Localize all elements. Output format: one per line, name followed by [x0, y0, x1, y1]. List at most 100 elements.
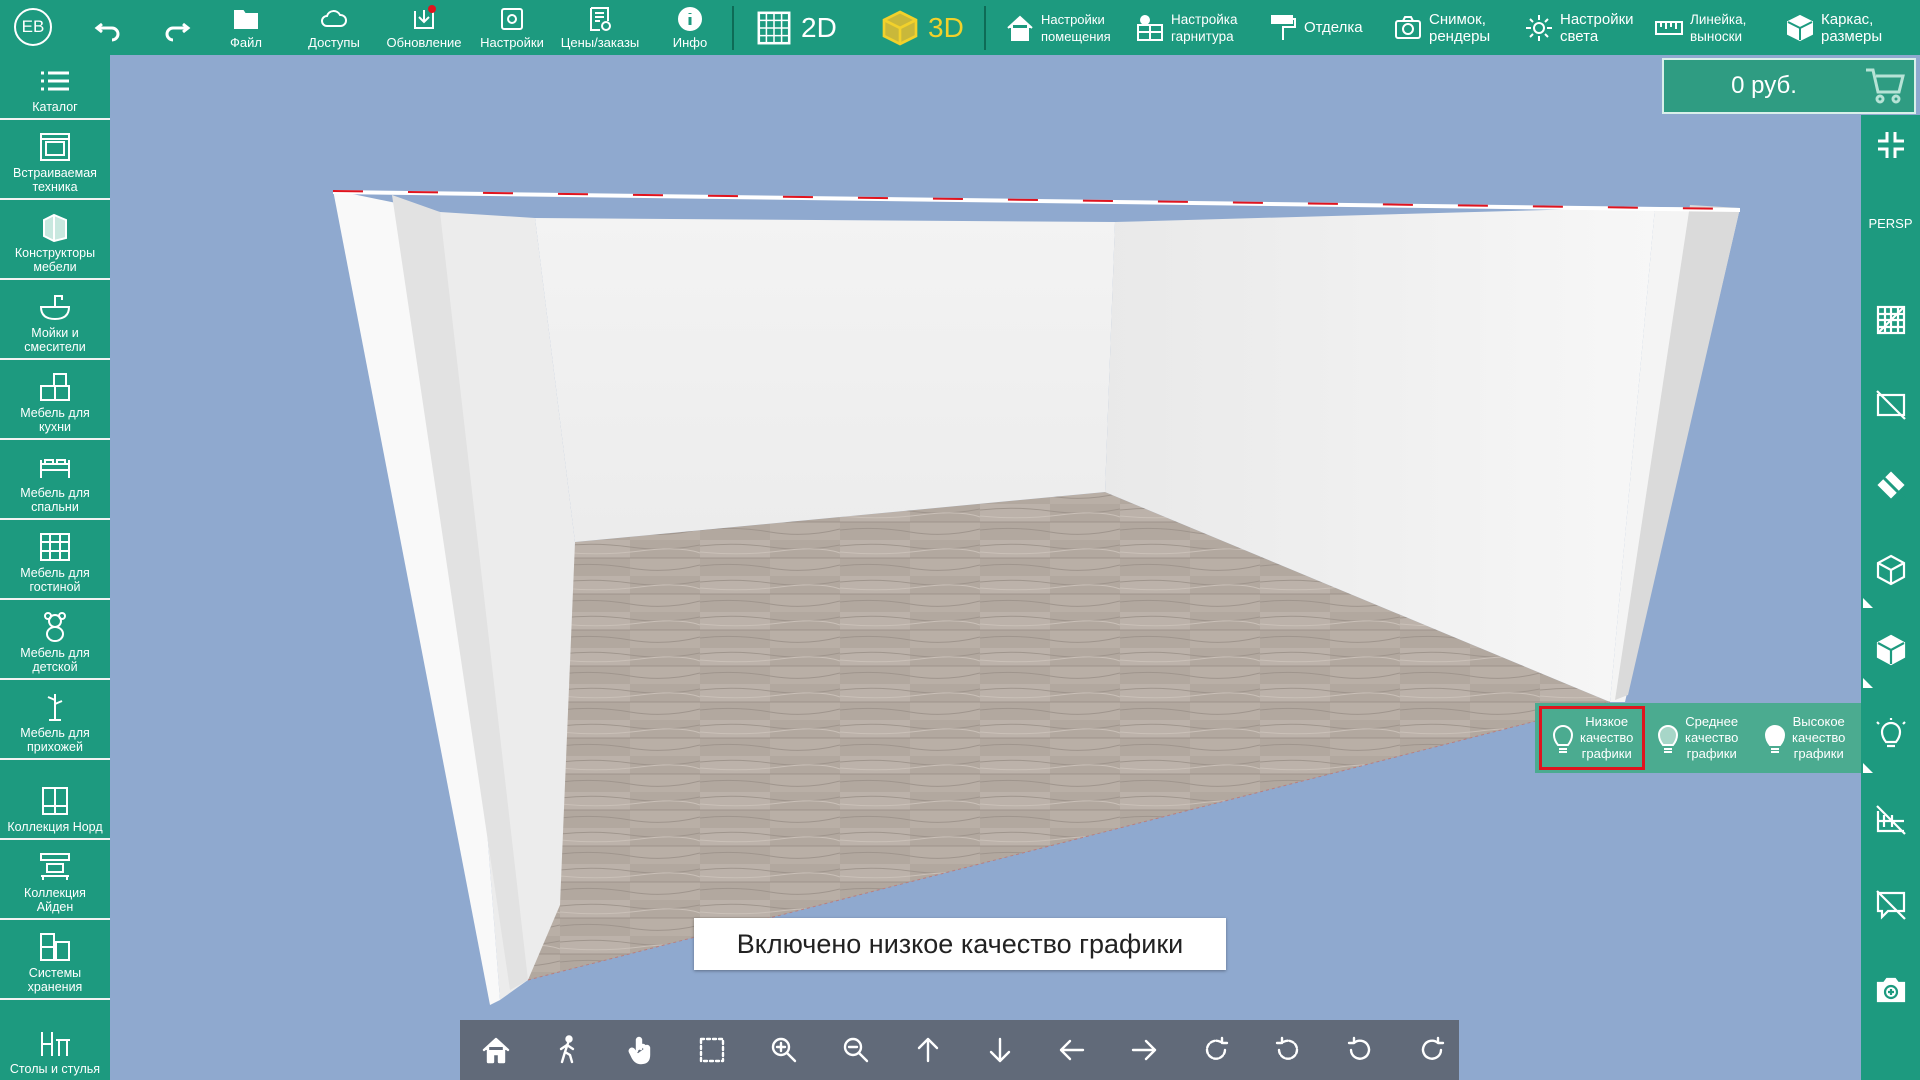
info-icon [678, 7, 702, 31]
user-avatar[interactable]: ЕВ [14, 8, 52, 46]
move-right-button[interactable] [1108, 1020, 1180, 1080]
file-menu-button[interactable]: Файл [218, 0, 274, 55]
texture-off-icon [1875, 469, 1906, 501]
sidebar-item-label: Коллекция Норд [7, 820, 103, 834]
mode-3d-button[interactable]: 3D [880, 0, 964, 55]
expand-arrow-icon [1863, 598, 1873, 608]
orbit-clockwise-button[interactable] [1180, 1020, 1252, 1080]
hide-walls-toggle[interactable] [1861, 375, 1920, 435]
mode-2d-button[interactable]: 2D [755, 0, 837, 55]
cart-button[interactable]: 0 руб. [1662, 58, 1916, 114]
sidebar-item-catalog[interactable]: Каталог [0, 55, 110, 120]
redo-icon [165, 22, 191, 41]
redo-button[interactable] [157, 0, 197, 55]
dimensions-off-icon [1875, 805, 1906, 835]
toast-notification: Включено низкое качество графики [694, 918, 1226, 970]
cart-icon [1866, 68, 1905, 104]
sidebar-item-tables-chairs[interactable]: Столы и стулья [0, 1000, 110, 1080]
wireframe-view-button[interactable] [1861, 540, 1920, 600]
snapshot-label: Снимок, рендеры [1429, 10, 1491, 45]
bulb-low-icon [1552, 725, 1574, 753]
rotate-ccw-icon [1275, 1036, 1299, 1060]
zoom-in-button[interactable] [748, 1020, 820, 1080]
sidebar-item-living-room-furniture[interactable]: Мебель для гостиной [0, 520, 110, 600]
walk-mode-button[interactable] [532, 1020, 604, 1080]
settings-label: Настройки [480, 35, 544, 50]
hanger-icon [47, 694, 63, 721]
top-toolbar: ЕВ Файл Доступы Обновление Настройки Цен… [0, 0, 1920, 55]
view-tools-sidebar: PERSP [1861, 115, 1920, 1080]
zoom-out-button[interactable] [820, 1020, 892, 1080]
pan-touch-button[interactable] [604, 1020, 676, 1080]
move-left-button[interactable] [1036, 1020, 1108, 1080]
home-icon [1007, 15, 1033, 41]
sidebar-item-label: Мебель для прихожей [20, 726, 90, 754]
collapse-button[interactable] [1861, 115, 1920, 175]
sidebar-item-bedroom-furniture[interactable]: Мебель для спальни [0, 440, 110, 520]
high-quality-label: Высокое качество графики [1792, 714, 1846, 761]
settings-button[interactable]: Настройки [474, 0, 550, 55]
solid-view-button[interactable] [1861, 620, 1920, 680]
sidebar-item-storage-systems[interactable]: Системы хранения [0, 920, 110, 1000]
finish-label: Отделка [1304, 19, 1363, 36]
comment-off-icon [1875, 890, 1906, 920]
low-quality-option[interactable]: Низкое качество графики [1539, 706, 1645, 770]
sidebar-item-built-in-appliances[interactable]: Встраиваемая техника [0, 120, 110, 200]
move-up-button[interactable] [892, 1020, 964, 1080]
info-button[interactable]: Инфо [665, 0, 715, 55]
grid-toggle[interactable] [1861, 290, 1920, 350]
snapshot-button[interactable]: Снимок, рендеры [1393, 0, 1490, 55]
back-wall [535, 218, 1115, 542]
hide-comments-toggle[interactable] [1861, 875, 1920, 935]
prices-orders-button[interactable]: Цены/заказы [555, 0, 645, 55]
medium-quality-option[interactable]: Среднее качество графики [1647, 706, 1753, 770]
screenshot-button[interactable] [1861, 960, 1920, 1020]
perspective-toggle[interactable]: PERSP [1861, 208, 1920, 238]
paint-roller-icon [1271, 14, 1296, 40]
rotate-right-icon [1421, 1036, 1445, 1060]
move-down-button[interactable] [964, 1020, 1036, 1080]
room-settings-button[interactable]: Настройки помещения [1005, 0, 1111, 55]
orbit-counterclockwise-button[interactable] [1252, 1020, 1324, 1080]
update-button[interactable]: Обновление [382, 0, 466, 55]
list-icon [41, 71, 69, 91]
wall-hidden-icon [1875, 390, 1906, 420]
cloud-icon [321, 10, 347, 27]
collapse-icon [1877, 132, 1904, 158]
sidebar-item-kids-furniture[interactable]: Мебель для детской [0, 600, 110, 680]
set-settings-button[interactable]: Настройка гарнитура [1135, 0, 1237, 55]
sidebar-item-collection-aiden[interactable]: Коллекция Айден [0, 840, 110, 920]
undo-button[interactable] [88, 0, 128, 55]
undo-icon [94, 22, 120, 41]
graphics-quality-button[interactable] [1861, 705, 1920, 765]
oven-icon [40, 133, 70, 161]
sidebar-item-sinks-faucets[interactable]: Мойки и смесители [0, 280, 110, 360]
home-view-button[interactable] [460, 1020, 532, 1080]
folder-icon [234, 10, 258, 29]
storage-icon [40, 933, 70, 961]
hide-textures-toggle[interactable] [1861, 455, 1920, 515]
receipt-icon [590, 7, 611, 31]
sidebar-item-collection-nord[interactable]: Коллекция Норд [0, 760, 110, 840]
ruler-button[interactable]: Линейка, выноски [1654, 0, 1746, 55]
wireframe-cube-icon [1876, 554, 1905, 586]
rotate-right-button[interactable] [1396, 1020, 1468, 1080]
access-button[interactable]: Доступы [300, 0, 368, 55]
rotate-left-button[interactable] [1324, 1020, 1396, 1080]
perspective-label: PERSP [1868, 215, 1913, 231]
sidebar-item-label: Конструкторы мебели [14, 246, 96, 274]
sidebar-item-furniture-constructors[interactable]: Конструкторы мебели [0, 200, 110, 280]
hide-dimensions-toggle[interactable] [1861, 790, 1920, 850]
area-select-button[interactable] [676, 1020, 748, 1080]
finish-button[interactable]: Отделка [1268, 0, 1363, 55]
frame-dimensions-button[interactable]: Каркас, размеры [1785, 0, 1882, 55]
light-settings-button[interactable]: Настройки света [1524, 0, 1634, 55]
kitchen-icon [40, 373, 70, 401]
rotate-left-icon [1347, 1036, 1371, 1060]
box-icon [1787, 14, 1813, 41]
mode-2d-label: 2D [801, 11, 837, 43]
sidebar-item-kitchen-furniture[interactable]: Мебель для кухни [0, 360, 110, 440]
high-quality-option[interactable]: Высокое качество графики [1754, 706, 1860, 770]
medium-quality-label: Среднее качество графики [1685, 714, 1739, 761]
sidebar-item-hallway-furniture[interactable]: Мебель для прихожей [0, 680, 110, 760]
